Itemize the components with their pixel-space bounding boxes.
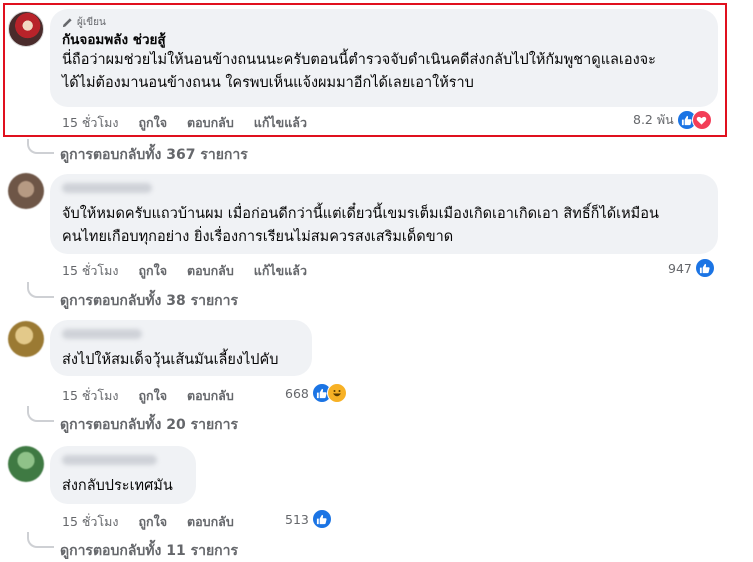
like-button[interactable]: ถูกใจ (138, 386, 167, 406)
comment-text: ส่งไปให้สมเด็จวุ้นเส้นมันเลี้ยงไปคับ (62, 349, 300, 372)
love-reaction-icon (691, 110, 712, 130)
comment-text-line: ได้ไม่ต้องมานอนข้างถนน ใครพบเห็นแจ้งผมมา… (62, 75, 474, 91)
reaction-summary[interactable]: 668 (285, 383, 347, 403)
reaction-count: 668 (285, 385, 309, 401)
comment-actions: 15 ชั่วโมง ถูกใจ ตอบกลับ (62, 512, 234, 532)
reply-button[interactable]: ตอบกลับ (187, 113, 234, 133)
reaction-summary[interactable]: 513 (285, 509, 332, 529)
comment-time[interactable]: 15 ชั่วโมง (62, 261, 118, 281)
reaction-summary[interactable]: 8.2 พัน (633, 110, 712, 130)
reply-button[interactable]: ตอบกลับ (187, 386, 234, 406)
comment-text-line: คนไทยเกือบทุกอย่าง ยิ่งเรื่องการเรียนไม่… (62, 229, 454, 245)
thread-connector (27, 282, 54, 298)
comment-text: จับให้หมดครับแถวบ้านผม เมื่อก่อนดีกว่านี… (62, 203, 706, 249)
like-reaction-icon (694, 258, 715, 278)
view-replies-link[interactable]: ดูการตอบกลับทั้ง 20 รายการ (60, 414, 238, 436)
reaction-summary[interactable]: 947 (668, 258, 715, 278)
reply-button[interactable]: ตอบกลับ (187, 512, 234, 532)
like-button[interactable]: ถูกใจ (138, 261, 167, 281)
comment-actions: 15 ชั่วโมง ถูกใจ ตอบกลับ แก้ไขแล้ว (62, 113, 307, 133)
comment-bubble: ส่งไปให้สมเด็จวุ้นเส้นมันเลี้ยงไปคับ (50, 320, 312, 376)
haha-reaction-icon (326, 383, 347, 403)
comment-text-line: จับให้หมดครับแถวบ้านผม เมื่อก่อนดีกว่านี… (62, 206, 659, 222)
comment-text-line: นี่ถือว่าผมช่วยไม่ให้นอนข้างถนนนะครับตอน… (62, 52, 656, 68)
reply-button[interactable]: ตอบกลับ (187, 261, 234, 281)
author-badge: ผู้เขียน (62, 15, 706, 29)
thread-connector (27, 532, 54, 548)
reaction-count: 8.2 พัน (633, 112, 674, 127)
comment-text-line: ส่งกลับประเทศมัน (62, 478, 173, 494)
commenter-name-blurred[interactable] (62, 329, 142, 339)
reaction-count: 513 (285, 511, 309, 527)
comment-text: นี่ถือว่าผมช่วยไม่ให้นอนข้างถนนนะครับตอน… (62, 49, 706, 95)
comment-bubble: ส่งกลับประเทศมัน (50, 446, 196, 504)
comment-time[interactable]: 15 ชั่วโมง (62, 386, 118, 406)
author-badge-label: ผู้เขียน (77, 16, 106, 28)
comment-bubble: ผู้เขียน กันจอมพลัง ช่วยสู้ นี่ถือว่าผมช… (50, 9, 718, 107)
edited-label[interactable]: แก้ไขแล้ว (254, 261, 307, 281)
thread-connector (27, 139, 54, 154)
like-button[interactable]: ถูกใจ (138, 512, 167, 532)
commenter-name[interactable]: กันจอมพลัง ช่วยสู้ (62, 31, 706, 49)
view-replies-link[interactable]: ดูการตอบกลับทั้ง 38 รายการ (60, 290, 238, 312)
commenter-avatar[interactable] (8, 321, 44, 357)
comment-text-line: ส่งไปให้สมเด็จวุ้นเส้นมันเลี้ยงไปคับ (62, 352, 279, 368)
commenter-avatar[interactable] (8, 11, 44, 47)
like-button[interactable]: ถูกใจ (138, 113, 167, 133)
reaction-count: 947 (668, 260, 692, 276)
commenter-avatar[interactable] (8, 446, 44, 482)
comment-bubble: จับให้หมดครับแถวบ้านผม เมื่อก่อนดีกว่านี… (50, 174, 718, 254)
comment-actions: 15 ชั่วโมง ถูกใจ ตอบกลับ แก้ไขแล้ว (62, 261, 307, 281)
like-reaction-icon (311, 509, 332, 529)
comment-time[interactable]: 15 ชั่วโมง (62, 113, 118, 133)
thread-connector (27, 406, 54, 422)
edited-label[interactable]: แก้ไขแล้ว (254, 113, 307, 133)
comment-actions: 15 ชั่วโมง ถูกใจ ตอบกลับ (62, 386, 234, 406)
pencil-icon (62, 17, 72, 27)
commenter-name-blurred[interactable] (62, 183, 152, 193)
view-replies-link[interactable]: ดูการตอบกลับทั้ง 367 รายการ (60, 144, 248, 166)
commenter-avatar[interactable] (8, 173, 44, 209)
commenter-name-blurred[interactable] (62, 455, 157, 465)
comment-time[interactable]: 15 ชั่วโมง (62, 512, 118, 532)
comment-text: ส่งกลับประเทศมัน (62, 475, 184, 498)
